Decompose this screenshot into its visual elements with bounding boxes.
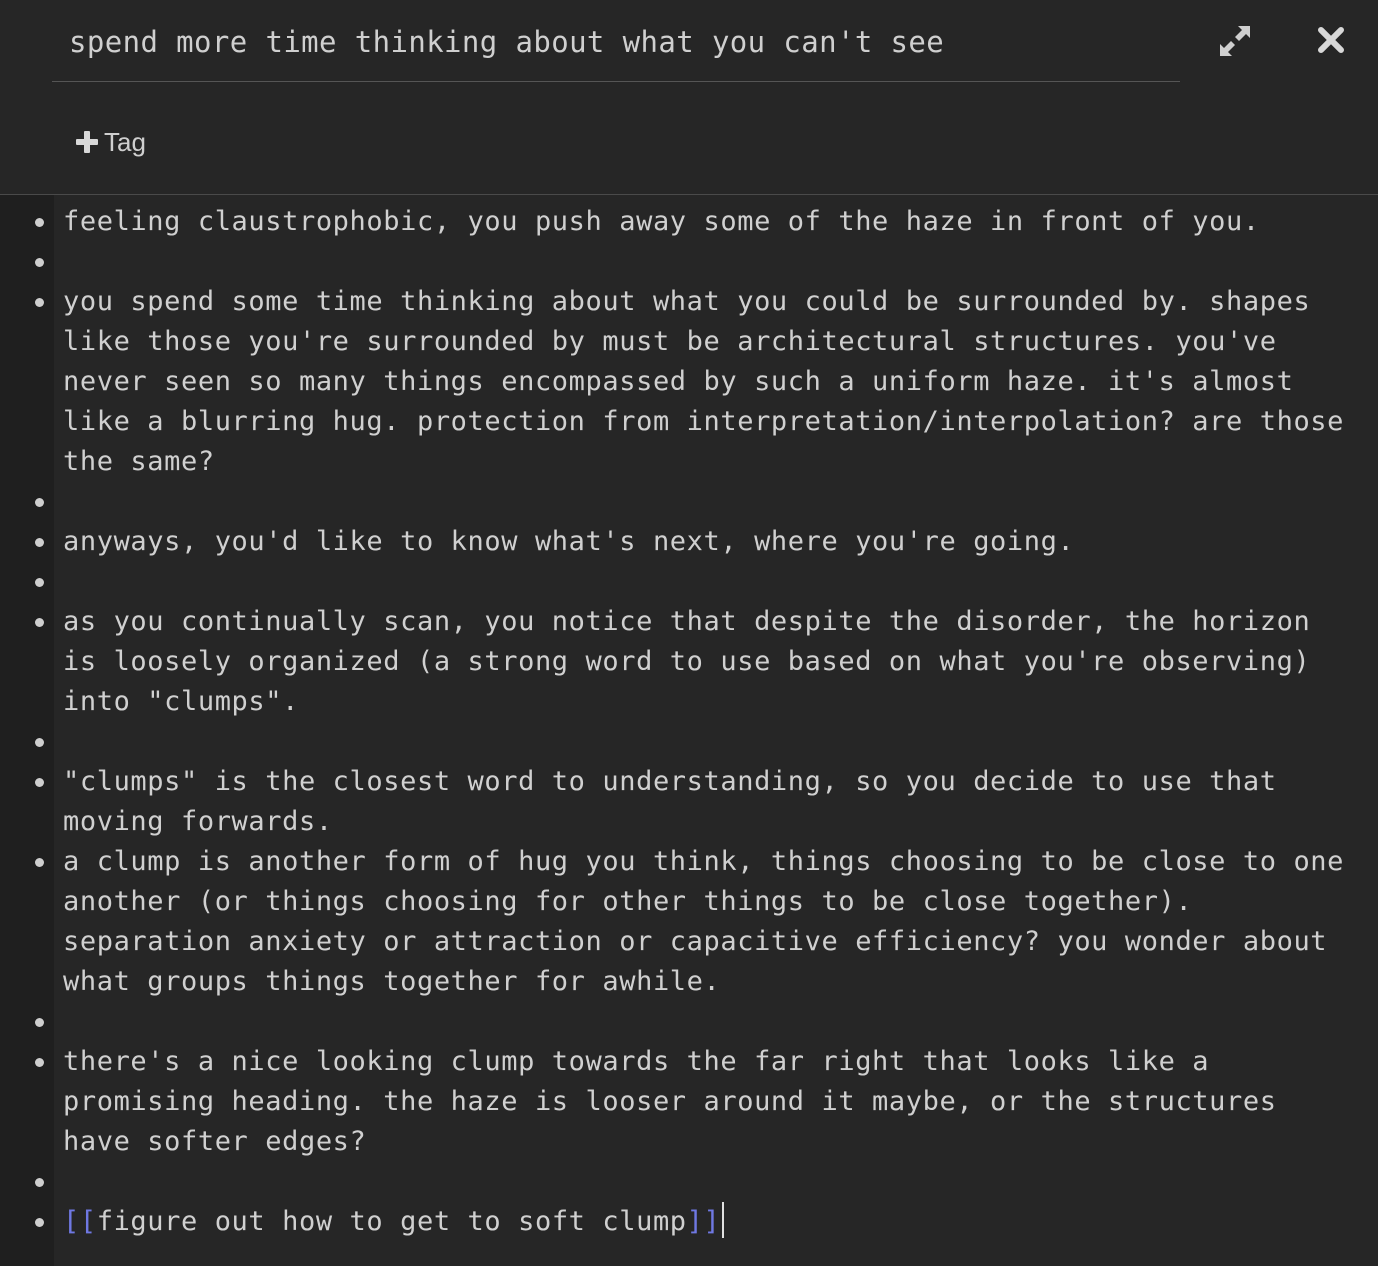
bullet-dot xyxy=(35,498,44,507)
editor-content[interactable]: feeling claustrophobic, you push away so… xyxy=(0,202,1378,1242)
list-item[interactable] xyxy=(0,482,1378,522)
close-x-icon xyxy=(1318,27,1344,53)
list-item[interactable]: feeling claustrophobic, you push away so… xyxy=(0,202,1378,242)
list-item[interactable] xyxy=(0,1002,1378,1042)
expand-arrows-icon xyxy=(1220,26,1250,56)
text-cursor xyxy=(722,1202,725,1238)
bullet-dot xyxy=(35,298,44,307)
list-item-wikilink[interactable]: [[figure out how to get to soft clump]] xyxy=(0,1202,1378,1242)
wikilink-open-bracket: [[ xyxy=(63,1206,97,1237)
bullet-dot xyxy=(35,858,44,867)
wikilink-text[interactable]: figure out how to get to soft clump xyxy=(97,1206,687,1237)
bullet-dot xyxy=(35,578,44,587)
list-item[interactable] xyxy=(0,242,1378,282)
list-item[interactable]: there's a nice looking clump towards the… xyxy=(0,1042,1378,1162)
list-item[interactable]: a clump is another form of hug you think… xyxy=(0,842,1378,1002)
list-item-text: feeling claustrophobic, you push away so… xyxy=(63,206,1260,237)
note-header: spend more time thinking about what you … xyxy=(0,0,1378,195)
note-window: spend more time thinking about what you … xyxy=(0,0,1378,1266)
list-item[interactable]: "clumps" is the closest word to understa… xyxy=(0,762,1378,842)
bullet-dot xyxy=(35,218,44,227)
bullet-dot xyxy=(35,738,44,747)
wikilink-close-bracket: ]] xyxy=(686,1206,721,1237)
list-item-text: "clumps" is the closest word to understa… xyxy=(63,766,1294,837)
bullet-dot xyxy=(35,1218,44,1227)
list-item[interactable]: anyways, you'd like to know what's next,… xyxy=(0,522,1378,562)
bullet-dot xyxy=(35,778,44,787)
close-button[interactable] xyxy=(1315,24,1347,56)
expand-button[interactable] xyxy=(1216,22,1254,60)
add-tag-label: Tag xyxy=(104,126,146,157)
add-tag-button[interactable]: Tag xyxy=(76,124,146,160)
bullet-dot xyxy=(35,1178,44,1187)
note-title-input[interactable]: spend more time thinking about what you … xyxy=(52,14,1180,82)
list-item-text: as you continually scan, you notice that… xyxy=(63,606,1328,717)
list-item-text: anyways, you'd like to know what's next,… xyxy=(63,526,1075,557)
bullet-dot xyxy=(35,1018,44,1027)
list-item[interactable] xyxy=(0,1162,1378,1202)
list-item[interactable]: you spend some time thinking about what … xyxy=(0,282,1378,482)
list-item[interactable]: as you continually scan, you notice that… xyxy=(0,602,1378,722)
list-item[interactable] xyxy=(0,722,1378,762)
bullet-dot xyxy=(35,538,44,547)
bullet-dot xyxy=(35,1058,44,1067)
plus-icon xyxy=(76,131,98,153)
list-item-text: a clump is another form of hug you think… xyxy=(63,846,1361,997)
list-item[interactable] xyxy=(0,562,1378,602)
bullet-dot xyxy=(35,258,44,267)
list-item-text: there's a nice looking clump towards the… xyxy=(63,1046,1294,1157)
bullet-dot xyxy=(35,618,44,627)
list-item-text: you spend some time thinking about what … xyxy=(63,286,1361,477)
